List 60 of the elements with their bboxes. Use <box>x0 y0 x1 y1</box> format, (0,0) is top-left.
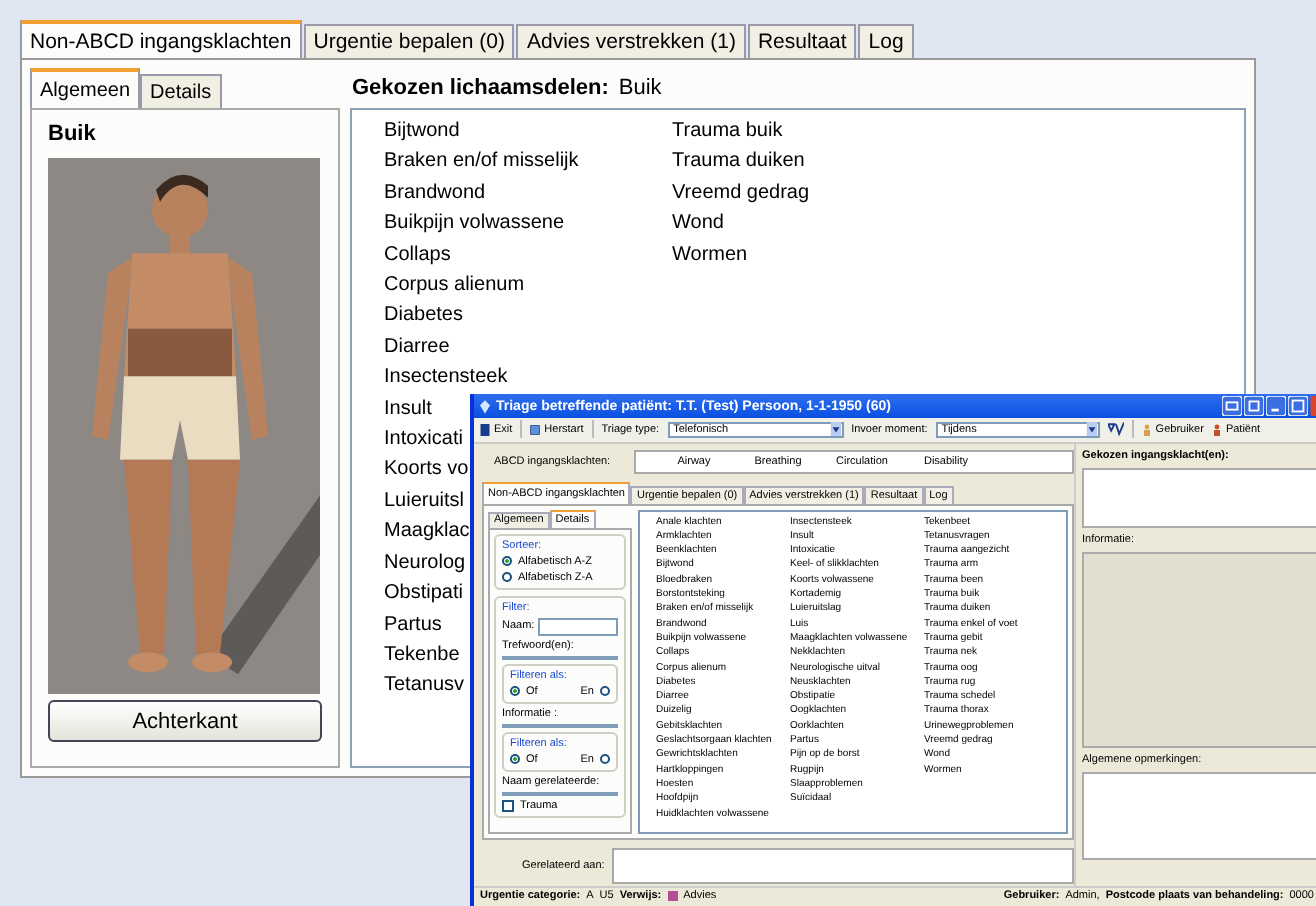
remarks-field[interactable] <box>1082 771 1316 860</box>
complaint-item[interactable]: Wond <box>672 208 724 240</box>
keywords-field[interactable] <box>502 655 618 660</box>
caret-icon <box>829 422 842 437</box>
name-field[interactable] <box>538 617 618 636</box>
complaint-item[interactable]: Maagklac <box>384 516 470 548</box>
complaint-item[interactable]: Bijtwond <box>384 116 460 147</box>
tab[interactable]: Details <box>140 74 222 108</box>
related-name-field[interactable] <box>502 791 618 796</box>
tab[interactable]: Advies verstrekken (1) <box>516 24 746 58</box>
complaint-item[interactable]: Obstipati <box>384 578 463 609</box>
information-field[interactable] <box>502 723 618 728</box>
related-field[interactable] <box>612 847 1074 884</box>
tile-icon[interactable] <box>1222 396 1242 417</box>
complaint-item[interactable]: Insectensteek <box>384 362 508 394</box>
complaint-item[interactable]: Collaps <box>384 239 451 271</box>
complaint-item[interactable]: Corpus alienum <box>384 270 525 301</box>
body-part-title: Buik <box>48 122 98 146</box>
cascade-icon[interactable] <box>1244 396 1264 417</box>
tab[interactable]: Resultaat <box>747 24 857 58</box>
complaint-item[interactable]: Koorts vo <box>384 454 469 486</box>
filter-icon[interactable] <box>1107 422 1124 437</box>
door-icon <box>480 423 490 436</box>
radio-button[interactable] <box>510 754 520 765</box>
complaint-item[interactable]: Diarree <box>384 331 450 363</box>
complaint-item[interactable]: Buikpijn volwassene <box>384 208 565 240</box>
complaint-item[interactable]: Intoxicati <box>384 424 463 455</box>
complaint-item[interactable]: Brandwond <box>384 177 486 209</box>
radio-button[interactable] <box>502 572 512 583</box>
tab[interactable]: Urgentie bepalen (0) <box>303 24 515 58</box>
maximize-icon[interactable] <box>1288 396 1308 417</box>
chosen-label: Gekozen lichaamsdelen: <box>352 76 609 100</box>
minimize-icon[interactable] <box>1266 396 1286 417</box>
complaint-item[interactable]: Vreemd gedrag <box>672 177 810 209</box>
advice-icon <box>667 890 678 903</box>
complaint-item[interactable]: Luieruitsl <box>384 485 465 517</box>
complaint-item[interactable]: Tekenbe <box>384 639 460 671</box>
tab[interactable]: Log <box>858 24 914 58</box>
radio-button[interactable] <box>510 686 520 697</box>
person-icon <box>1211 423 1222 436</box>
caret-icon <box>1085 422 1098 437</box>
complaint-item[interactable]: Partus <box>384 609 442 640</box>
complaint-item[interactable]: Trauma buik <box>672 116 783 147</box>
complaint-item[interactable]: Insult <box>384 393 432 425</box>
radio-button[interactable] <box>600 686 610 697</box>
back-view-button[interactable]: Achterkant <box>48 700 322 742</box>
tab[interactable]: Non-ABCD ingangsklachten <box>20 20 302 58</box>
complaint-item[interactable]: Diabetes <box>384 300 463 332</box>
complaint-item[interactable]: Neurolog <box>384 547 466 579</box>
person-icon <box>1141 423 1152 436</box>
app-icon <box>480 399 490 414</box>
complaint-item[interactable]: Wormen <box>672 239 748 271</box>
checkbox[interactable] <box>502 799 514 812</box>
complaint-item[interactable]: Tetanusv <box>384 670 465 702</box>
complaint-item[interactable]: Trauma duiken <box>672 146 805 178</box>
chosen-value: Buik <box>618 76 662 100</box>
radio-button[interactable] <box>600 754 610 765</box>
tab[interactable]: Algemeen <box>30 68 141 108</box>
complaint-item[interactable]: Braken en/of misselijk <box>384 146 579 178</box>
radio-button[interactable] <box>502 556 512 567</box>
